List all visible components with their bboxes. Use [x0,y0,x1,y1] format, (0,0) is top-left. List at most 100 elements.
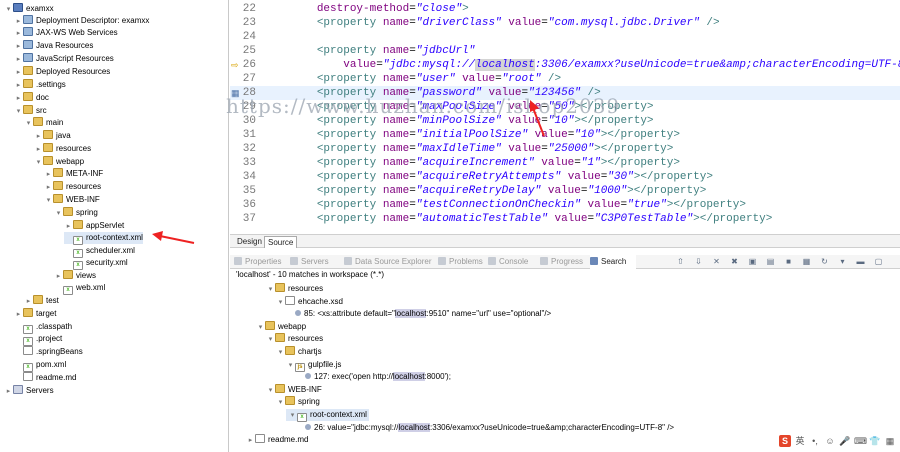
expanded-twisty-icon[interactable]: ▾ [44,195,53,207]
expanded-twisty-icon[interactable]: ▾ [14,106,23,118]
view-menu-icon[interactable]: ▾ [838,257,847,266]
view-tab[interactable]: Data Source Explorer [344,255,438,269]
search-result-node[interactable]: ▸ readme.md [246,434,308,446]
view-tab[interactable]: Servers [290,255,344,269]
expand-down-icon[interactable]: ⇩ [694,257,703,266]
tree-item[interactable]: ▾ main [24,117,63,129]
tree-item[interactable]: ▾ webapp [34,156,84,168]
view-tab[interactable]: Progress [540,255,590,269]
minimize-icon[interactable]: ▬ [856,257,865,266]
collapsed-twisty-icon[interactable]: ▸ [14,41,23,53]
microphone-icon[interactable]: 🎤 [839,435,851,447]
collapsed-twisty-icon[interactable]: ▸ [24,296,33,308]
tree-item[interactable]: ▸ Java Resources [14,40,93,52]
ime-mode-label[interactable]: 英 [794,435,806,447]
collapse-all-icon[interactable]: ▤ [766,257,775,266]
code-line[interactable]: <property name="acquireRetryAttempts" va… [264,170,713,184]
tree-item[interactable]: ▾ src [14,105,47,117]
code-line[interactable]: <property name="driverClass" value="com.… [264,16,720,30]
expanded-twisty-icon[interactable]: ▾ [24,118,33,130]
code-line[interactable]: <property name="acquireIncrement" value=… [264,156,680,170]
code-line[interactable]: <property name="user" value="root" /> [264,72,561,86]
tree-item[interactable]: ▸ resources [44,181,101,193]
view-tab[interactable]: Console [488,255,540,269]
expanded-twisty-icon[interactable]: ▾ [256,322,265,334]
search-result-node[interactable]: ▾ resources [266,283,323,295]
expanded-twisty-icon[interactable]: ▾ [276,297,285,309]
tree-item[interactable]: ▸ Servers [4,385,54,397]
tree-item[interactable]: ▸ Deployment Descriptor: examxx [14,15,149,27]
tree-item[interactable]: ▸ target [14,308,56,320]
tree-item[interactable]: x pom.xml [14,359,66,372]
collapsed-twisty-icon[interactable]: ▸ [14,80,23,92]
sogou-ime-icon[interactable]: S [779,435,791,447]
tree-item[interactable]: x security.xml [64,257,128,270]
code-line[interactable]: <property name="maxIdleTime" value="2500… [264,142,674,156]
code-line[interactable]: destroy-method="close"> [264,2,469,16]
collapsed-twisty-icon[interactable]: ▸ [246,435,255,447]
expanded-twisty-icon[interactable]: ▾ [266,385,275,397]
collapsed-twisty-icon[interactable]: ▸ [44,182,53,194]
keyboard-icon[interactable]: ⌨ [854,435,867,447]
expanded-twisty-icon[interactable]: ▾ [4,4,13,16]
tree-item[interactable]: ▸ appServlet [64,220,124,232]
history-icon[interactable]: ↻ [820,257,829,266]
tree-item[interactable]: ▸ java [34,130,71,142]
expanded-twisty-icon[interactable]: ▾ [34,157,43,169]
tree-item[interactable]: ▸ resources [34,143,91,155]
code-line[interactable]: <property name="acquireRetryDelay" value… [264,184,707,198]
tree-item[interactable]: ▸ Deployed Resources [14,66,110,78]
expand-up-icon[interactable]: ⇧ [676,257,685,266]
tab-source[interactable]: Source [264,236,298,248]
tree-item[interactable]: ▸ views [54,270,96,282]
emoji-icon[interactable]: ☺ [824,435,836,447]
collapsed-twisty-icon[interactable]: ▸ [14,93,23,105]
remove-all-icon[interactable]: ✖ [730,257,739,266]
tree-item[interactable]: x root-context.xml [64,232,143,245]
expand-all-icon[interactable]: ▣ [748,257,757,266]
stop-icon[interactable]: ■ [784,257,793,266]
code-line[interactable]: <property name="initialPoolSize" value="… [264,128,680,142]
collapsed-twisty-icon[interactable]: ▸ [14,67,23,79]
tree-item[interactable]: readme.md [14,372,76,384]
search-result-node[interactable]: ▾ js gulpfile.js [286,359,341,372]
expanded-twisty-icon[interactable]: ▾ [286,360,295,372]
expanded-twisty-icon[interactable]: ▾ [276,397,285,409]
expanded-twisty-icon[interactable]: ▾ [276,347,285,359]
collapsed-twisty-icon[interactable]: ▸ [14,309,23,321]
tree-item[interactable]: x scheduler.xml [64,245,135,258]
tree-item[interactable]: ▾ spring [54,207,98,219]
tree-item[interactable]: ▸ JAX-WS Web Services [14,27,118,39]
code-line[interactable]: <property name="testConnectionOnCheckin"… [264,198,746,212]
search-match-row[interactable]: 127: exec('open http://localhost:8000'); [296,371,451,383]
search-result-node[interactable]: ▾ resources [266,333,323,345]
collapsed-twisty-icon[interactable]: ▸ [14,28,23,40]
collapsed-twisty-icon[interactable]: ▸ [14,54,23,66]
tree-item[interactable]: x .classpath [14,321,72,334]
tree-item[interactable]: .springBeans [14,346,83,358]
tree-item[interactable]: ▸ .settings [14,79,66,91]
collapsed-twisty-icon[interactable]: ▸ [34,144,43,156]
search-match-row[interactable]: 26: value="jdbc:mysql://localhost:3306/e… [296,422,674,434]
tree-item[interactable]: ▾ WEB-INF [44,194,100,206]
collapsed-twisty-icon[interactable]: ▸ [4,386,13,398]
shirt-icon[interactable]: 👕 [869,435,881,447]
search-result-node[interactable]: ▾ spring [276,396,320,408]
tree-item[interactable]: ▸ JavaScript Resources [14,53,114,65]
collapsed-twisty-icon[interactable]: ▸ [34,131,43,143]
search-result-node[interactable]: ▾ x root-context.xml [286,409,369,422]
search-result-node[interactable]: ▾ webapp [256,320,306,334]
punctuation-icon[interactable]: •, [809,435,821,447]
tree-item[interactable]: ▸ doc [14,92,49,104]
remove-match-icon[interactable]: ✕ [712,257,721,266]
pin-icon[interactable]: ▦ [802,257,811,266]
expanded-twisty-icon[interactable]: ▾ [266,284,275,296]
collapsed-twisty-icon[interactable]: ▸ [44,169,53,181]
search-result-node[interactable]: ▾ chartjs [276,346,322,358]
code-line[interactable]: <property name="automaticTestTable" valu… [264,212,773,226]
code-line[interactable]: value="jdbc:mysql://localhost:3306/examx… [264,58,900,72]
view-tab[interactable]: Properties [234,255,290,269]
grid-icon[interactable]: ▦ [884,435,896,447]
tree-item[interactable]: ▾ examxx [4,3,54,15]
expanded-twisty-icon[interactable]: ▾ [54,208,63,220]
